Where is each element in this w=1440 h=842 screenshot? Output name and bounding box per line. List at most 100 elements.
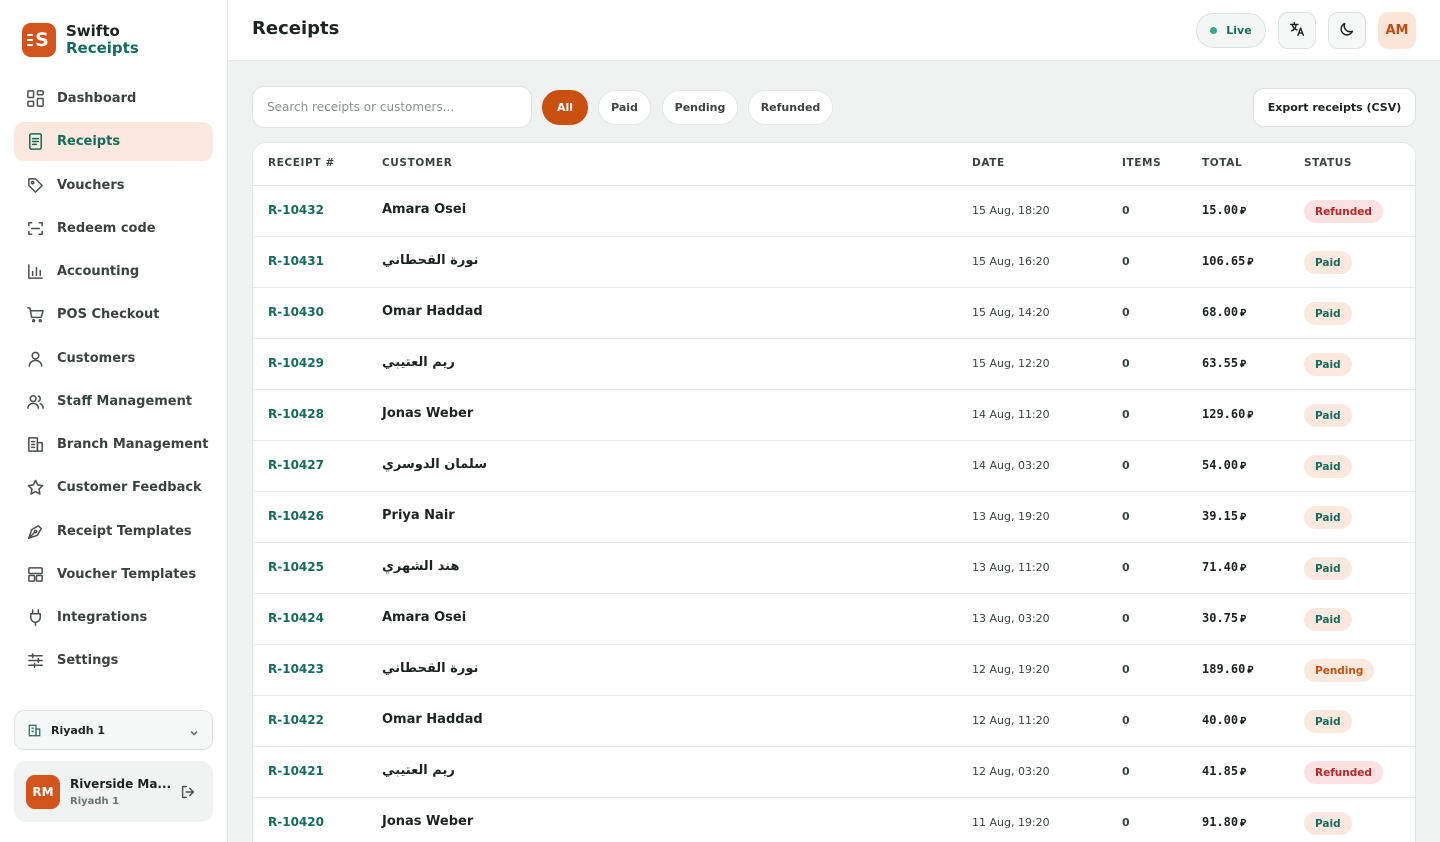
branch-selector-label: Riyadh 1 <box>51 723 106 737</box>
table-row[interactable]: R-10425 هند الشهري 13 Aug, 11:20 0 71.40 ⃁ Pai… <box>253 543 1415 594</box>
riyal-currency-icon: ⃁ <box>1240 308 1247 319</box>
customer-name: Amara Osei <box>382 610 467 625</box>
receipt-id-link[interactable]: R-10430 <box>268 305 324 319</box>
sidebar-item-pos-checkout[interactable]: POS Checkout <box>14 295 213 334</box>
table-row[interactable]: R-10426 Priya Nair 13 Aug, 19:20 0 39.15 ⃁ Pai… <box>253 492 1415 543</box>
sidebar-item-voucher-templates[interactable]: Voucher Templates <box>14 555 213 594</box>
receipt-date: 12 Aug, 03:20 <box>972 765 1050 778</box>
sidebar-item-accounting[interactable]: Accounting <box>14 252 213 291</box>
sidebar-item-customer-feedback[interactable]: Customer Feedback <box>14 468 213 507</box>
avatar[interactable]: AM <box>1378 12 1416 49</box>
receipt-id-link[interactable]: R-10427 <box>268 458 324 472</box>
table-row[interactable]: R-10429 ريم العتيبي 15 Aug, 12:20 0 63.55 ⃁ Pa… <box>253 339 1415 390</box>
filter-pending[interactable]: Pending <box>662 90 738 125</box>
sidebar-item-label: Integrations <box>57 610 148 625</box>
column-header-total[interactable]: TOTAL <box>1202 157 1242 169</box>
language-button[interactable] <box>1278 12 1316 49</box>
item-count: 0 <box>1122 408 1130 421</box>
status-badge: Paid <box>1304 710 1352 733</box>
receipt-total: 91.80 ⃁ <box>1202 815 1246 829</box>
item-count: 0 <box>1122 816 1130 829</box>
table-row[interactable]: R-10428 Jonas Weber 14 Aug, 11:20 0 129.60 ⃁ P… <box>253 390 1415 441</box>
chevron-down-icon <box>188 724 200 736</box>
sidebar-item-staff-management[interactable]: Staff Management <box>14 382 213 421</box>
item-count: 0 <box>1122 306 1130 319</box>
total-amount: 30.75 <box>1202 611 1239 625</box>
item-count: 0 <box>1122 765 1130 778</box>
filter-paid[interactable]: Paid <box>598 90 651 125</box>
sidebar-item-redeem-code[interactable]: Redeem code <box>14 209 213 248</box>
receipt-date: 12 Aug, 11:20 <box>972 714 1050 727</box>
receipt-id-link[interactable]: R-10428 <box>268 407 324 421</box>
user-branch: Riyadh 1 <box>70 795 120 807</box>
total-amount: 106.65 <box>1202 254 1246 268</box>
brand-subtitle: Receipts <box>66 39 139 57</box>
sidebar-item-dashboard[interactable]: Dashboard <box>14 79 213 118</box>
receipt-id-link[interactable]: R-10424 <box>268 611 324 625</box>
filter-all[interactable]: All <box>542 90 588 125</box>
branch-selector[interactable]: Riyadh 1 <box>14 710 213 750</box>
column-header-status[interactable]: STATUS <box>1304 157 1352 169</box>
theme-toggle-button[interactable] <box>1328 12 1366 49</box>
table-row[interactable]: R-10420 Jonas Weber 11 Aug, 19:20 0 91.80 ⃁ Pa… <box>253 798 1415 842</box>
receipt-id-link[interactable]: R-10429 <box>268 356 324 370</box>
search-input[interactable] <box>252 86 532 128</box>
receipt-date: 13 Aug, 03:20 <box>972 612 1050 625</box>
sidebar-item-label: Receipts <box>57 134 121 150</box>
receipt-total: 30.75 ⃁ <box>1202 611 1246 625</box>
receipt-date: 11 Aug, 19:20 <box>972 816 1050 829</box>
table-row[interactable]: R-10421 ريم العتيبي 12 Aug, 03:20 0 41.85 ⃁ Re… <box>253 747 1415 798</box>
column-header-items[interactable]: ITEMS <box>1122 157 1161 169</box>
sidebar-item-receipt-templates[interactable]: Receipt Templates <box>14 512 213 551</box>
item-count: 0 <box>1122 561 1130 574</box>
sidebar-item-settings[interactable]: Settings <box>14 641 213 680</box>
logout-icon[interactable] <box>179 783 197 801</box>
status-badge: Paid <box>1304 251 1352 274</box>
receipt-id-link[interactable]: R-10421 <box>268 764 324 778</box>
export-csv-button[interactable]: Export receipts (CSV) <box>1253 88 1416 127</box>
total-amount: 129.60 <box>1202 407 1246 421</box>
brand[interactable]: S Swifto Receipts <box>22 23 139 57</box>
sidebar-item-receipts[interactable]: Receipts <box>14 122 213 162</box>
receipt-id-link[interactable]: R-10425 <box>268 560 324 574</box>
table-row[interactable]: R-10424 Amara Osei 13 Aug, 03:20 0 30.75 ⃁ Pai… <box>253 594 1415 645</box>
riyal-currency-icon: ⃁ <box>1240 461 1247 472</box>
customer-name: Priya Nair <box>382 508 455 523</box>
sidebar-item-integrations[interactable]: Integrations <box>14 598 213 637</box>
table-row[interactable]: R-10430 Omar Haddad 15 Aug, 14:20 0 68.00 ⃁ Pa… <box>253 288 1415 339</box>
riyal-currency-icon: ⃁ <box>1247 665 1254 676</box>
column-header-date[interactable]: DATE <box>972 157 1005 169</box>
column-header-customer[interactable]: CUSTOMER <box>382 157 452 169</box>
receipt-id-link[interactable]: R-10423 <box>268 662 324 676</box>
receipt-total: 41.85 ⃁ <box>1202 764 1246 778</box>
receipt-id-link[interactable]: R-10422 <box>268 713 324 727</box>
table-row[interactable]: R-10422 Omar Haddad 12 Aug, 11:20 0 40.00 ⃁ Pa… <box>253 696 1415 747</box>
table-row[interactable]: R-10431 نورة القحطاني 15 Aug, 16:20 0 106.65… <box>253 237 1415 288</box>
table-row[interactable]: R-10423 نورة القحطاني 12 Aug, 19:20 0 189.60… <box>253 645 1415 696</box>
receipt-id-link[interactable]: R-10426 <box>268 509 324 523</box>
total-amount: 68.00 <box>1202 305 1239 319</box>
top-header: Receipts Live AM <box>228 0 1440 61</box>
status-badge: Paid <box>1304 404 1352 427</box>
table-row[interactable]: R-10432 Amara Osei 15 Aug, 18:20 0 15.00 ⃁ Ref… <box>253 186 1415 237</box>
sidebar-item-customers[interactable]: Customers <box>14 339 213 378</box>
customer-name: Jonas Weber <box>382 814 474 829</box>
filter-refunded[interactable]: Refunded <box>748 90 833 125</box>
receipt-date: 15 Aug, 14:20 <box>972 306 1050 319</box>
user-icon <box>26 349 45 368</box>
table-row[interactable]: R-10427 سلمان الدوسري 14 Aug, 03:20 0 54.00 ⃁… <box>253 441 1415 492</box>
riyal-currency-icon: ⃁ <box>1247 410 1254 421</box>
sidebar-item-branch-management[interactable]: Branch Management <box>14 425 213 464</box>
sidebar-item-label: Staff Management <box>57 393 193 409</box>
riyal-currency-icon: ⃁ <box>1240 512 1247 523</box>
total-amount: 63.55 <box>1202 356 1239 370</box>
customer-name: نورة القحطاني <box>382 253 479 268</box>
receipt-id-link[interactable]: R-10431 <box>268 254 324 268</box>
status-badge: Paid <box>1304 557 1352 580</box>
receipt-id-link[interactable]: R-10420 <box>268 815 324 829</box>
sidebar-item-vouchers[interactable]: Vouchers <box>14 166 213 205</box>
sidebar-item-label: Customers <box>57 350 136 366</box>
column-header-receipt[interactable]: RECEIPT # <box>268 157 335 169</box>
live-status-badge[interactable]: Live <box>1196 13 1266 48</box>
receipt-id-link[interactable]: R-10432 <box>268 203 324 217</box>
